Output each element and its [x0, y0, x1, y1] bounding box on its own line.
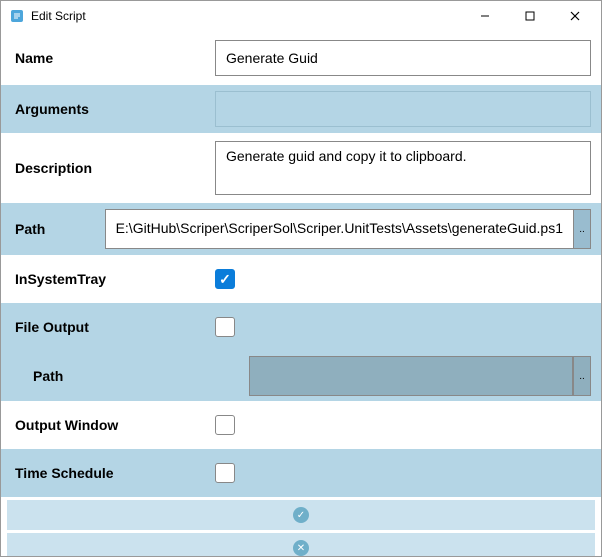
form-content: Name Arguments Description Path E:\GitHu…	[1, 31, 601, 556]
systray-row: InSystemTray	[1, 255, 601, 303]
timeschedule-label: Time Schedule	[1, 449, 215, 497]
description-label: Description	[1, 133, 215, 203]
path-input[interactable]: E:\GitHub\Scriper\ScriperSol\Scriper.Uni…	[105, 209, 573, 249]
fileoutput-label: File Output	[1, 303, 215, 351]
maximize-button[interactable]	[507, 2, 552, 30]
systray-checkbox[interactable]	[215, 269, 235, 289]
browse-path-button[interactable]: ..	[573, 209, 591, 249]
path-row: Path E:\GitHub\Scriper\ScriperSol\Scripe…	[1, 203, 601, 255]
timeschedule-row: Time Schedule	[1, 449, 601, 497]
outputwindow-label: Output Window	[1, 401, 215, 449]
description-row: Description	[1, 133, 601, 203]
ok-button[interactable]: ✓	[7, 500, 595, 530]
window-title: Edit Script	[31, 9, 462, 23]
fileoutput-checkbox[interactable]	[215, 317, 235, 337]
timeschedule-checkbox[interactable]	[215, 463, 235, 483]
browse-fileoutput-button[interactable]: ..	[573, 356, 591, 396]
arguments-label: Arguments	[1, 85, 215, 133]
systray-label: InSystemTray	[1, 255, 215, 303]
description-input[interactable]	[215, 141, 591, 195]
arguments-row: Arguments	[1, 85, 601, 133]
outputwindow-checkbox[interactable]	[215, 415, 235, 435]
cross-icon: ✕	[293, 540, 309, 556]
close-button[interactable]	[552, 2, 597, 30]
fileoutput-path-input	[249, 356, 573, 396]
app-icon	[9, 8, 25, 24]
arguments-input[interactable]	[215, 91, 591, 127]
check-icon: ✓	[293, 507, 309, 523]
fileoutput-path-row: Path ..	[1, 351, 601, 401]
fileoutput-row: File Output	[1, 303, 601, 351]
path-label: Path	[1, 203, 105, 255]
minimize-button[interactable]	[462, 2, 507, 30]
fileoutput-path-label: Path	[1, 351, 215, 401]
name-label: Name	[1, 31, 215, 85]
name-row: Name	[1, 31, 601, 85]
name-input[interactable]	[215, 40, 591, 76]
titlebar-buttons	[462, 2, 597, 30]
outputwindow-row: Output Window	[1, 401, 601, 449]
cancel-button[interactable]: ✕	[7, 533, 595, 556]
titlebar: Edit Script	[1, 1, 601, 31]
